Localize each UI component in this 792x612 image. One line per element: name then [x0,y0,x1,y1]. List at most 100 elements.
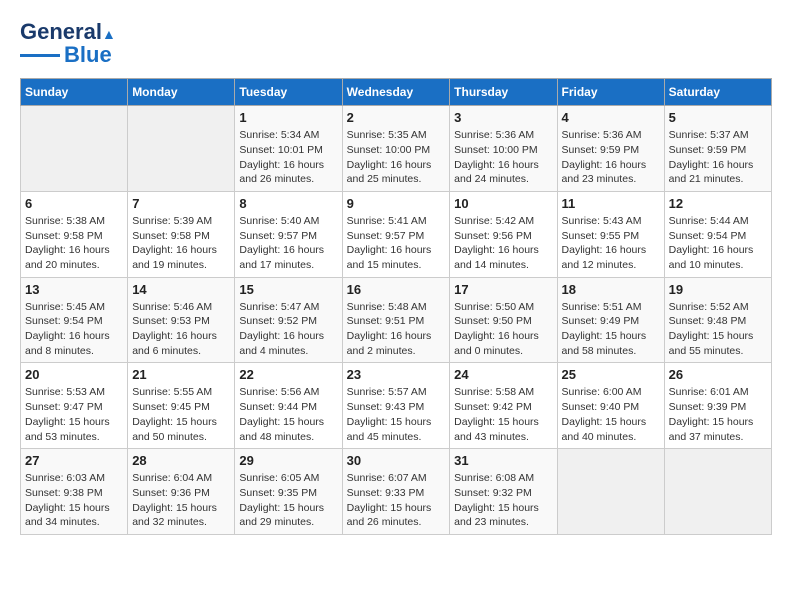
day-info: Sunrise: 5:35 AM Sunset: 10:00 PM Daylig… [347,128,446,187]
day-info: Sunrise: 5:34 AM Sunset: 10:01 PM Daylig… [239,128,337,187]
day-cell: 4 Sunrise: 5:36 AM Sunset: 9:59 PM Daylig… [557,106,664,192]
day-info: Sunrise: 5:36 AM Sunset: 10:00 PM Daylig… [454,128,552,187]
calendar-table: SundayMondayTuesdayWednesdayThursdayFrid… [20,78,772,535]
day-number: 28 [132,453,230,468]
calendar-body: 1 Sunrise: 5:34 AM Sunset: 10:01 PM Dayli… [21,106,772,535]
day-cell: 28 Sunrise: 6:04 AM Sunset: 9:36 PM Dayli… [128,449,235,535]
day-cell: 13 Sunrise: 5:45 AM Sunset: 9:54 PM Dayli… [21,277,128,363]
logo: General▲ Blue [20,20,116,68]
day-info: Sunrise: 5:41 AM Sunset: 9:57 PM Dayligh… [347,214,446,273]
logo-text: General▲ [20,20,116,44]
day-number: 18 [562,282,660,297]
header-row: SundayMondayTuesdayWednesdayThursdayFrid… [21,79,772,106]
day-cell: 10Sunrise: 5:42 AM Sunset: 9:56 PM Dayli… [450,191,557,277]
day-number: 15 [239,282,337,297]
day-cell: 20Sunrise: 5:53 AM Sunset: 9:47 PM Dayli… [21,363,128,449]
header-day-sunday: Sunday [21,79,128,106]
day-info: Sunrise: 5:53 AM Sunset: 9:47 PM Dayligh… [25,385,123,444]
header-day-monday: Monday [128,79,235,106]
day-info: Sunrise: 6:05 AM Sunset: 9:35 PM Dayligh… [239,471,337,530]
day-number: 9 [347,196,446,211]
day-cell: 18 Sunrise: 5:51 AM Sunset: 9:49 PM Dayli… [557,277,664,363]
day-number: 23 [347,367,446,382]
day-number: 17 [454,282,552,297]
day-info: Sunrise: 5:51 AM Sunset: 9:49 PM Dayligh… [562,300,660,359]
header-day-wednesday: Wednesday [342,79,450,106]
week-row-3: 13 Sunrise: 5:45 AM Sunset: 9:54 PM Dayli… [21,277,772,363]
day-number: 5 [669,110,767,125]
day-number: 19 [669,282,767,297]
day-info: Sunrise: 5:45 AM Sunset: 9:54 PM Dayligh… [25,300,123,359]
day-number: 30 [347,453,446,468]
header-day-thursday: Thursday [450,79,557,106]
day-info: Sunrise: 5:37 AM Sunset: 9:59 PM Dayligh… [669,128,767,187]
day-number: 31 [454,453,552,468]
day-cell: 5 Sunrise: 5:37 AM Sunset: 9:59 PM Daylig… [664,106,771,192]
day-cell [557,449,664,535]
day-number: 25 [562,367,660,382]
day-cell: 17Sunrise: 5:50 AM Sunset: 9:50 PM Dayli… [450,277,557,363]
day-info: Sunrise: 5:46 AM Sunset: 9:53 PM Dayligh… [132,300,230,359]
day-info: Sunrise: 6:08 AM Sunset: 9:32 PM Dayligh… [454,471,552,530]
day-cell: 24 Sunrise: 5:58 AM Sunset: 9:42 PM Dayli… [450,363,557,449]
header-day-saturday: Saturday [664,79,771,106]
day-number: 22 [239,367,337,382]
day-info: Sunrise: 6:01 AM Sunset: 9:39 PM Dayligh… [669,385,767,444]
day-cell: 11Sunrise: 5:43 AM Sunset: 9:55 PM Dayli… [557,191,664,277]
day-cell [21,106,128,192]
day-info: Sunrise: 6:03 AM Sunset: 9:38 PM Dayligh… [25,471,123,530]
day-info: Sunrise: 5:57 AM Sunset: 9:43 PM Dayligh… [347,385,446,444]
day-cell: 6Sunrise: 5:38 AM Sunset: 9:58 PM Daylig… [21,191,128,277]
day-cell: 21Sunrise: 5:55 AM Sunset: 9:45 PM Dayli… [128,363,235,449]
day-info: Sunrise: 5:58 AM Sunset: 9:42 PM Dayligh… [454,385,552,444]
day-number: 13 [25,282,123,297]
day-info: Sunrise: 6:00 AM Sunset: 9:40 PM Dayligh… [562,385,660,444]
day-cell: 2 Sunrise: 5:35 AM Sunset: 10:00 PM Dayli… [342,106,450,192]
day-cell [128,106,235,192]
day-number: 27 [25,453,123,468]
day-info: Sunrise: 5:44 AM Sunset: 9:54 PM Dayligh… [669,214,767,273]
day-cell [664,449,771,535]
week-row-5: 27 Sunrise: 6:03 AM Sunset: 9:38 PM Dayli… [21,449,772,535]
day-number: 16 [347,282,446,297]
day-info: Sunrise: 5:39 AM Sunset: 9:58 PM Dayligh… [132,214,230,273]
calendar-header: SundayMondayTuesdayWednesdayThursdayFrid… [21,79,772,106]
day-cell: 1 Sunrise: 5:34 AM Sunset: 10:01 PM Dayli… [235,106,342,192]
day-number: 1 [239,110,337,125]
day-cell: 14Sunrise: 5:46 AM Sunset: 9:53 PM Dayli… [128,277,235,363]
day-info: Sunrise: 5:36 AM Sunset: 9:59 PM Dayligh… [562,128,660,187]
day-number: 26 [669,367,767,382]
day-cell: 19 Sunrise: 5:52 AM Sunset: 9:48 PM Dayli… [664,277,771,363]
day-info: Sunrise: 5:56 AM Sunset: 9:44 PM Dayligh… [239,385,337,444]
header-day-tuesday: Tuesday [235,79,342,106]
logo-blue: Blue [64,42,112,68]
day-number: 24 [454,367,552,382]
day-info: Sunrise: 5:52 AM Sunset: 9:48 PM Dayligh… [669,300,767,359]
header: General▲ Blue [20,20,772,68]
day-info: Sunrise: 6:04 AM Sunset: 9:36 PM Dayligh… [132,471,230,530]
week-row-4: 20Sunrise: 5:53 AM Sunset: 9:47 PM Dayli… [21,363,772,449]
day-info: Sunrise: 5:48 AM Sunset: 9:51 PM Dayligh… [347,300,446,359]
day-cell: 12 Sunrise: 5:44 AM Sunset: 9:54 PM Dayli… [664,191,771,277]
day-cell: 31 Sunrise: 6:08 AM Sunset: 9:32 PM Dayli… [450,449,557,535]
day-cell: 16 Sunrise: 5:48 AM Sunset: 9:51 PM Dayli… [342,277,450,363]
day-cell: 8Sunrise: 5:40 AM Sunset: 9:57 PM Daylig… [235,191,342,277]
day-cell: 9 Sunrise: 5:41 AM Sunset: 9:57 PM Daylig… [342,191,450,277]
week-row-2: 6Sunrise: 5:38 AM Sunset: 9:58 PM Daylig… [21,191,772,277]
day-number: 21 [132,367,230,382]
day-number: 12 [669,196,767,211]
day-number: 4 [562,110,660,125]
day-number: 8 [239,196,337,211]
day-cell: 7Sunrise: 5:39 AM Sunset: 9:58 PM Daylig… [128,191,235,277]
day-cell: 15Sunrise: 5:47 AM Sunset: 9:52 PM Dayli… [235,277,342,363]
week-row-1: 1 Sunrise: 5:34 AM Sunset: 10:01 PM Dayli… [21,106,772,192]
day-cell: 30Sunrise: 6:07 AM Sunset: 9:33 PM Dayli… [342,449,450,535]
day-cell: 22 Sunrise: 5:56 AM Sunset: 9:44 PM Dayli… [235,363,342,449]
day-number: 3 [454,110,552,125]
day-cell: 26 Sunrise: 6:01 AM Sunset: 9:39 PM Dayli… [664,363,771,449]
day-info: Sunrise: 5:38 AM Sunset: 9:58 PM Dayligh… [25,214,123,273]
day-cell: 27 Sunrise: 6:03 AM Sunset: 9:38 PM Dayli… [21,449,128,535]
day-number: 2 [347,110,446,125]
day-cell: 3 Sunrise: 5:36 AM Sunset: 10:00 PM Dayli… [450,106,557,192]
header-day-friday: Friday [557,79,664,106]
